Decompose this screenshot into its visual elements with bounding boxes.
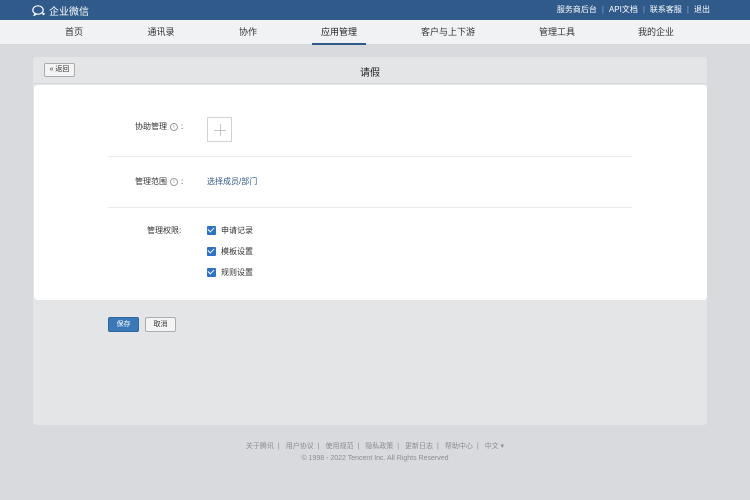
separator: | xyxy=(601,5,604,14)
checkbox-label: 申请记录 xyxy=(221,226,253,235)
main-nav: 首页 通讯录 协作 应用管理 客户与上下游 管理工具 我的企业 xyxy=(0,20,750,45)
cancel-button[interactable]: 取消 xyxy=(145,317,176,332)
scope-label: 管理范围 xyxy=(135,177,167,186)
wework-logo-icon xyxy=(32,4,45,16)
divider xyxy=(108,207,632,208)
footer-link-about[interactable]: 关于腾讯 xyxy=(246,443,274,450)
footer-link-privacy[interactable]: 隐私政策 xyxy=(365,443,393,450)
add-admin-button[interactable] xyxy=(207,117,232,142)
contact-support-link[interactable]: 联系客服 xyxy=(650,4,682,15)
separator: | xyxy=(476,443,479,450)
checkbox-checked[interactable] xyxy=(207,226,216,235)
separator: | xyxy=(686,5,689,14)
separator: | xyxy=(277,443,280,450)
provider-admin-link[interactable]: 服务商后台 xyxy=(557,4,597,15)
perm-apply-records[interactable]: 申请记录 xyxy=(207,225,253,236)
checkbox-label: 模板设置 xyxy=(221,247,253,256)
footer-links: 关于腾讯 | 用户协议 | 使用规范 | 隐私政策 | 更新日志 | 帮助中心 | 中文 ▾ xyxy=(0,441,750,451)
checkbox-checked[interactable] xyxy=(207,268,216,277)
admin-row-label: 协助管理 i : xyxy=(135,121,183,132)
tab-customers[interactable]: 客户与上下游 xyxy=(414,20,482,45)
separator: | xyxy=(642,5,645,14)
perm-rule-settings[interactable]: 规则设置 xyxy=(207,267,253,278)
separator: | xyxy=(357,443,360,450)
select-members-link[interactable]: 选择成员/部门 xyxy=(207,176,257,187)
panel-header: « 返回 请假 xyxy=(33,57,707,84)
top-links: 服务商后台 | API文档 | 联系客服 | 退出 xyxy=(557,4,710,15)
perm-template-settings[interactable]: 模板设置 xyxy=(207,246,253,257)
settings-card: 协助管理 i : 管理范围 i : 选择成员/部门 管理权限: 申请记录 模板设… xyxy=(34,85,707,300)
app-logo[interactable]: 企业微信 xyxy=(32,3,89,18)
scope-row-label: 管理范围 i : xyxy=(135,176,183,187)
tab-management-tools[interactable]: 管理工具 xyxy=(531,20,583,45)
label-colon: : xyxy=(181,122,184,131)
checkbox-checked[interactable] xyxy=(207,247,216,256)
logout-link[interactable]: 退出 xyxy=(694,4,710,15)
tab-app-management[interactable]: 应用管理 xyxy=(312,20,366,45)
admin-label: 协助管理 xyxy=(135,122,167,131)
language-select[interactable]: 中文 ▾ xyxy=(485,443,504,450)
footer-link-usage-rules[interactable]: 使用规范 xyxy=(325,443,353,450)
footer-link-changelog[interactable]: 更新日志 xyxy=(405,443,433,450)
tab-home[interactable]: 首页 xyxy=(52,20,96,45)
tab-contacts[interactable]: 通讯录 xyxy=(136,20,186,45)
info-icon[interactable]: i xyxy=(170,122,178,131)
separator: | xyxy=(397,443,400,450)
api-docs-link[interactable]: API文档 xyxy=(609,4,638,15)
tab-my-company[interactable]: 我的企业 xyxy=(631,20,681,45)
perm-label: 管理权限: xyxy=(147,226,182,235)
app-name: 企业微信 xyxy=(49,6,89,18)
page-title: 请假 xyxy=(360,68,380,79)
checkbox-label: 规则设置 xyxy=(221,268,253,277)
info-icon[interactable]: i xyxy=(170,177,178,186)
save-button[interactable]: 保存 xyxy=(108,317,139,332)
top-bar: 企业微信 服务商后台 | API文档 | 联系客服 | 退出 xyxy=(0,0,750,20)
label-colon: : xyxy=(181,177,184,186)
separator: | xyxy=(317,443,320,450)
divider xyxy=(108,156,632,157)
footer-link-help[interactable]: 帮助中心 xyxy=(445,443,473,450)
copyright: © 1998 - 2022 Tencent Inc. All Rights Re… xyxy=(301,455,449,462)
footer-link-terms[interactable]: 用户协议 xyxy=(286,443,314,450)
separator: | xyxy=(437,443,439,450)
tab-collaboration[interactable]: 协作 xyxy=(227,20,269,45)
